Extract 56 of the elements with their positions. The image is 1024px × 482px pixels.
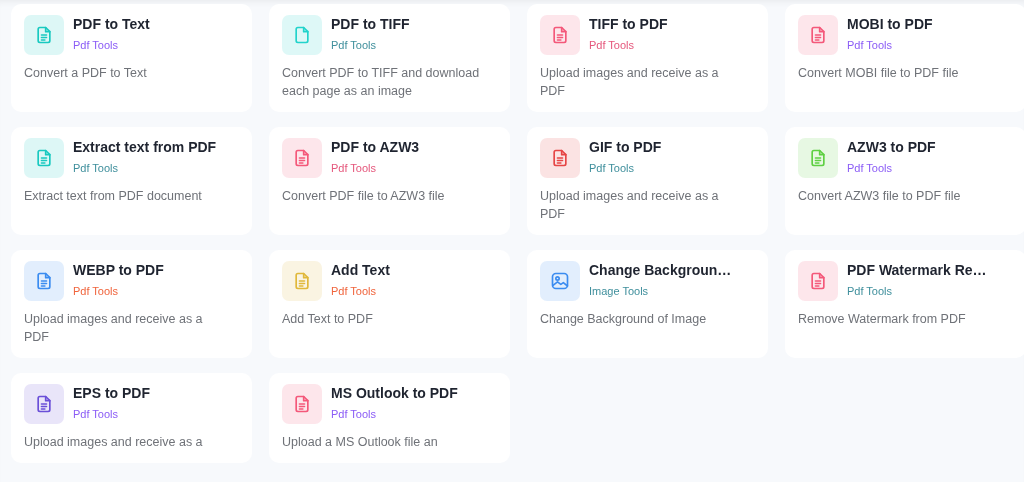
tool-title: Change Backgroun…	[589, 262, 732, 278]
tool-title: MS Outlook to PDF	[331, 385, 458, 401]
tool-category: Pdf Tools	[589, 39, 636, 51]
tool-description: Convert AZW3 file to PDF file	[798, 188, 962, 205]
tool-title: PDF to TIFF	[331, 16, 410, 32]
tool-card[interactable]: Change Backgroun… Image Tools Change Background of Image	[527, 250, 768, 358]
tool-description: Upload a MS Outlook file an	[282, 434, 439, 451]
tool-card[interactable]: TIFF to PDF Pdf Tools Upload images and receive as a PDF	[527, 4, 768, 112]
tool-card[interactable]: PDF to AZW3 Pdf Tools Convert PDF file to AZW3 file	[269, 127, 510, 235]
tool-title: TIFF to PDF	[589, 16, 668, 32]
tool-category: Pdf Tools	[331, 162, 378, 174]
tool-description: Convert a PDF to Text	[24, 65, 148, 82]
tool-description: Upload images and receive as a	[24, 434, 204, 451]
tool-category: Pdf Tools	[73, 408, 120, 420]
tool-category: Pdf Tools	[331, 285, 378, 297]
tool-card[interactable]: WEBP to PDF Pdf Tools Upload images and receive as a PDF	[11, 250, 252, 358]
tool-category: Pdf Tools	[847, 162, 894, 174]
tool-description: Add Text to PDF	[282, 311, 374, 328]
tool-card[interactable]: AZW3 to PDF Pdf Tools Convert AZW3 file to PDF file	[785, 127, 1024, 235]
tool-card[interactable]: GIF to PDF Pdf Tools Upload images and receive as a PDF	[527, 127, 768, 235]
tool-description: Upload images and receive as a PDF	[540, 188, 720, 223]
tool-card[interactable]: Add Text Pdf Tools Add Text to PDF	[269, 250, 510, 358]
tool-title: PDF to Text	[73, 16, 150, 32]
tool-title: PDF to AZW3	[331, 139, 420, 155]
tool-description: Convert PDF file to AZW3 file	[282, 188, 446, 205]
tool-description: Convert MOBI file to PDF file	[798, 65, 960, 82]
tool-category: Pdf Tools	[331, 39, 378, 51]
tool-title: MOBI to PDF	[847, 16, 933, 32]
tool-category: Image Tools	[589, 285, 650, 297]
tool-title: PDF Watermark Re…	[847, 262, 987, 278]
tool-title: Extract text from PDF	[73, 139, 217, 155]
tool-description: Upload images and receive as a PDF	[24, 311, 204, 346]
tool-category: Pdf Tools	[847, 39, 894, 51]
tool-card[interactable]: MS Outlook to PDF Pdf Tools Upload a MS Outlook file an	[269, 373, 510, 463]
tool-category: Pdf Tools	[73, 162, 120, 174]
tool-category: Pdf Tools	[847, 285, 894, 297]
tool-category: Pdf Tools	[589, 162, 636, 174]
tool-category: Pdf Tools	[73, 39, 120, 51]
tool-title: WEBP to PDF	[73, 262, 164, 278]
tool-description: Convert PDF to TIFF and download each page as an image	[282, 65, 481, 100]
tool-description: Change Background of Image	[540, 311, 708, 328]
tool-title: EPS to PDF	[73, 385, 150, 401]
tool-description: Extract text from PDF document	[24, 188, 203, 205]
tool-description: Upload images and receive as a PDF	[540, 65, 720, 100]
tool-category: Pdf Tools	[331, 408, 378, 420]
tool-card[interactable]: Extract text from PDF Pdf Tools Extract text from PDF document	[11, 127, 252, 235]
tool-title: AZW3 to PDF	[847, 139, 936, 155]
tool-title: GIF to PDF	[589, 139, 662, 155]
tool-card[interactable]: EPS to PDF Pdf Tools Upload images and receive as a	[11, 373, 252, 463]
tool-card[interactable]: PDF Watermark Re… Pdf Tools Remove Watermark from PDF	[785, 250, 1024, 358]
tool-description: Remove Watermark from PDF	[798, 311, 967, 328]
tool-card[interactable]: PDF to TIFF Pdf Tools Convert PDF to TIFF and download each page as an image	[269, 4, 510, 112]
tool-card[interactable]: PDF to Text Pdf Tools Convert a PDF to Text	[11, 4, 252, 112]
tool-category: Pdf Tools	[73, 285, 120, 297]
tool-title: Add Text	[331, 262, 390, 278]
tool-card[interactable]: MOBI to PDF Pdf Tools Convert MOBI file to PDF file	[785, 4, 1024, 112]
